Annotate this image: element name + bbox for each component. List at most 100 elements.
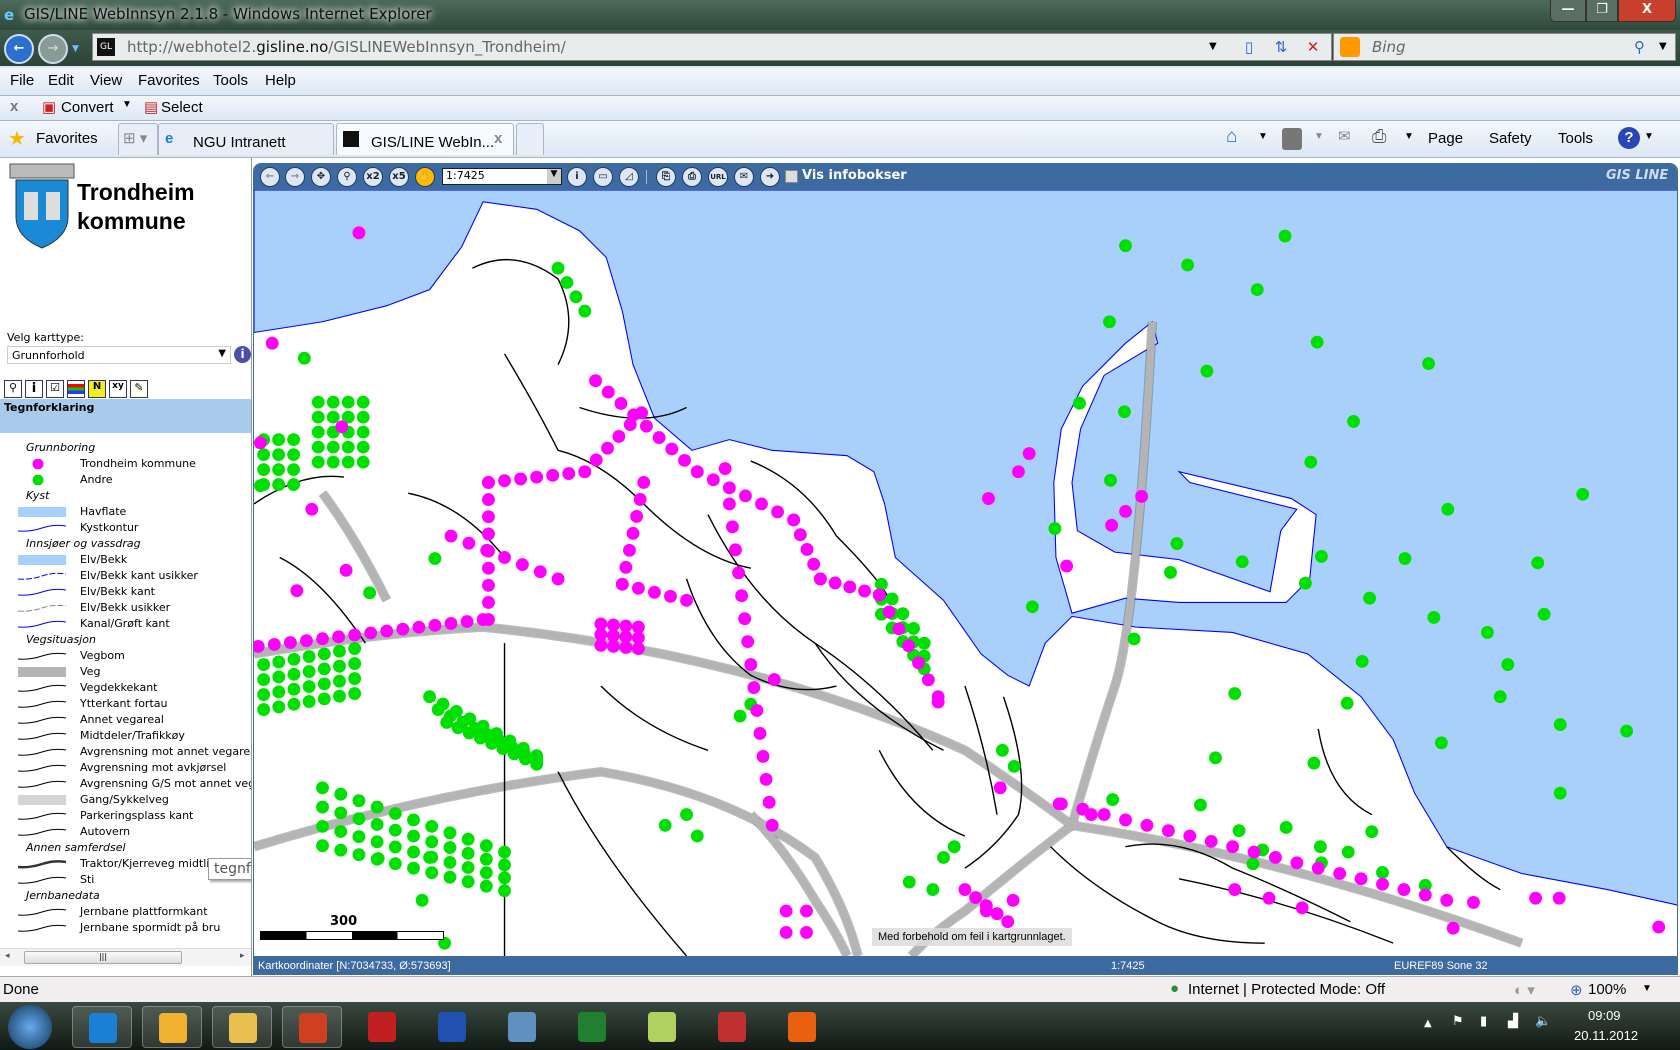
municipal-borehole-point[interactable] bbox=[265, 336, 279, 350]
municipal-borehole-point[interactable] bbox=[1022, 447, 1036, 460]
municipal-borehole-point[interactable] bbox=[892, 622, 906, 636]
other-borehole-point[interactable] bbox=[902, 875, 916, 889]
quick-tabs-button[interactable]: ⊞ ▾ bbox=[118, 123, 158, 155]
taskbar-sticky-notes[interactable] bbox=[632, 1006, 692, 1048]
other-borehole-point[interactable] bbox=[316, 839, 329, 853]
municipal-borehole-point[interactable] bbox=[912, 656, 925, 670]
measure-icon[interactable]: ▭ bbox=[593, 167, 613, 187]
municipal-borehole-point[interactable] bbox=[533, 565, 547, 579]
close-tab-button[interactable]: x bbox=[494, 124, 502, 154]
start-button[interactable] bbox=[8, 1005, 52, 1049]
menu-edit[interactable]: Edit bbox=[48, 72, 74, 89]
taskbar-snipping-tool[interactable] bbox=[702, 1006, 762, 1048]
municipal-borehole-point[interactable] bbox=[290, 584, 304, 598]
municipal-borehole-point[interactable] bbox=[606, 639, 620, 653]
municipal-borehole-point[interactable] bbox=[498, 474, 511, 488]
other-borehole-point[interactable] bbox=[334, 806, 348, 820]
municipal-borehole-point[interactable] bbox=[1290, 856, 1304, 870]
other-borehole-point[interactable] bbox=[1170, 537, 1184, 550]
other-borehole-point[interactable] bbox=[1164, 566, 1177, 579]
municipal-borehole-point[interactable] bbox=[444, 529, 458, 543]
other-borehole-point[interactable] bbox=[479, 879, 493, 893]
address-input[interactable]: GL http://webhotel2.gisline.no/GISLINEWe… bbox=[92, 33, 1332, 61]
other-borehole-point[interactable] bbox=[1347, 414, 1361, 428]
municipal-borehole-point[interactable] bbox=[300, 634, 313, 648]
scrollbar-thumb[interactable]: ||| bbox=[24, 951, 182, 964]
municipal-borehole-point[interactable] bbox=[498, 551, 511, 564]
municipal-borehole-point[interactable] bbox=[1052, 797, 1066, 811]
municipal-borehole-point[interactable] bbox=[735, 589, 749, 603]
zoom-icon[interactable]: ⚲ bbox=[337, 167, 357, 187]
municipal-borehole-point[interactable] bbox=[1652, 920, 1666, 934]
exit-icon[interactable]: ➜ bbox=[760, 167, 780, 187]
taskbar-explorer[interactable] bbox=[212, 1006, 272, 1048]
other-borehole-point[interactable] bbox=[370, 800, 384, 814]
other-borehole-point[interactable] bbox=[302, 650, 316, 663]
other-borehole-point[interactable] bbox=[1537, 607, 1551, 621]
other-borehole-point[interactable] bbox=[1304, 455, 1318, 469]
other-borehole-point[interactable] bbox=[272, 463, 286, 477]
municipal-borehole-point[interactable] bbox=[753, 727, 767, 740]
municipal-borehole-point[interactable] bbox=[648, 585, 661, 599]
other-borehole-point[interactable] bbox=[496, 742, 510, 755]
other-borehole-point[interactable] bbox=[356, 440, 370, 454]
other-borehole-point[interactable] bbox=[1307, 756, 1321, 770]
other-borehole-point[interactable] bbox=[461, 875, 475, 889]
municipal-borehole-point[interactable] bbox=[759, 772, 773, 786]
other-borehole-point[interactable] bbox=[1434, 736, 1448, 750]
other-borehole-point[interactable] bbox=[287, 652, 301, 666]
municipal-borehole-point[interactable] bbox=[762, 795, 776, 809]
municipal-borehole-point[interactable] bbox=[639, 419, 653, 433]
address-dropdown[interactable]: ▼ bbox=[1209, 34, 1217, 60]
battery-icon[interactable]: ▮ bbox=[1480, 1014, 1487, 1029]
other-borehole-point[interactable] bbox=[311, 440, 325, 454]
print-icon[interactable]: ⎙ bbox=[1372, 126, 1386, 147]
network-icon[interactable]: ▟ bbox=[1508, 1014, 1518, 1029]
other-borehole-point[interactable] bbox=[551, 261, 565, 275]
toolbar-close-button[interactable]: x bbox=[10, 98, 18, 115]
other-borehole-point[interactable] bbox=[257, 703, 271, 717]
taskbar-outlook[interactable] bbox=[142, 1006, 202, 1048]
other-borehole-point[interactable] bbox=[272, 478, 286, 492]
municipal-borehole-point[interactable] bbox=[1006, 893, 1020, 907]
other-borehole-point[interactable] bbox=[423, 690, 437, 704]
other-borehole-point[interactable] bbox=[937, 851, 950, 864]
municipal-borehole-point[interactable] bbox=[793, 528, 807, 542]
other-borehole-point[interactable] bbox=[257, 658, 271, 672]
other-borehole-point[interactable] bbox=[690, 829, 704, 843]
other-borehole-point[interactable] bbox=[1007, 759, 1021, 773]
other-borehole-point[interactable] bbox=[1427, 611, 1441, 624]
municipal-borehole-point[interactable] bbox=[482, 527, 495, 541]
other-borehole-point[interactable] bbox=[287, 478, 301, 492]
municipal-borehole-point[interactable] bbox=[335, 420, 349, 434]
municipal-borehole-point[interactable] bbox=[931, 695, 945, 709]
other-borehole-point[interactable] bbox=[257, 688, 271, 702]
other-borehole-point[interactable] bbox=[1341, 845, 1355, 859]
other-borehole-point[interactable] bbox=[461, 832, 475, 846]
municipal-borehole-point[interactable] bbox=[594, 638, 608, 652]
other-borehole-point[interactable] bbox=[479, 852, 493, 866]
municipal-borehole-point[interactable] bbox=[665, 442, 679, 456]
other-borehole-point[interactable] bbox=[1365, 825, 1379, 839]
municipal-borehole-point[interactable] bbox=[767, 673, 781, 687]
map-canvas[interactable] bbox=[254, 190, 1678, 956]
municipal-borehole-point[interactable] bbox=[765, 818, 779, 832]
municipal-borehole-point[interactable] bbox=[1446, 921, 1460, 935]
coordinate-xy-icon[interactable]: xy bbox=[109, 380, 127, 398]
other-borehole-point[interactable] bbox=[352, 794, 366, 808]
municipal-borehole-point[interactable] bbox=[339, 563, 353, 577]
municipal-borehole-point[interactable] bbox=[551, 572, 565, 586]
other-borehole-point[interactable] bbox=[474, 731, 487, 745]
other-borehole-point[interactable] bbox=[428, 552, 442, 565]
other-borehole-point[interactable] bbox=[498, 845, 511, 859]
other-borehole-point[interactable] bbox=[423, 851, 437, 864]
taskbar-app-c[interactable] bbox=[352, 1006, 412, 1048]
municipal-borehole-point[interactable] bbox=[1183, 829, 1197, 843]
other-borehole-point[interactable] bbox=[348, 687, 362, 700]
municipal-borehole-point[interactable] bbox=[1269, 851, 1282, 864]
municipal-borehole-point[interactable] bbox=[1084, 808, 1098, 822]
municipal-borehole-point[interactable] bbox=[619, 641, 633, 654]
municipal-borehole-point[interactable] bbox=[380, 624, 394, 638]
other-borehole-point[interactable] bbox=[316, 800, 329, 814]
municipal-borehole-point[interactable] bbox=[626, 526, 640, 540]
